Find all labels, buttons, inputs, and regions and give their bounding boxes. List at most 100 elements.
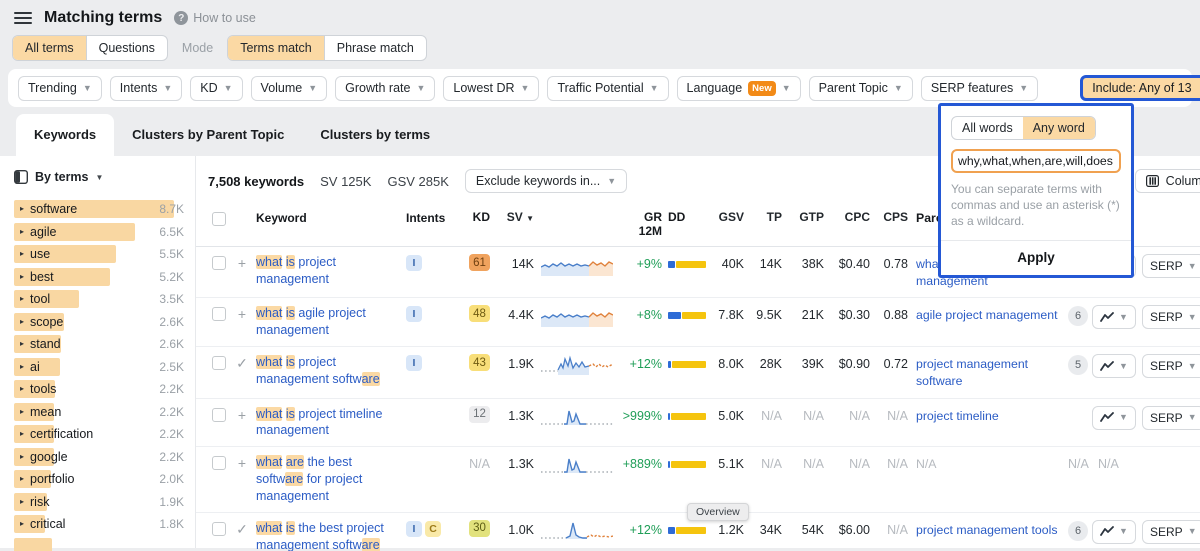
- row-checkbox[interactable]: [212, 307, 226, 321]
- col-gsv[interactable]: GSV: [710, 210, 744, 224]
- serp-button[interactable]: SERP▼: [1142, 406, 1200, 430]
- keyword-link[interactable]: what is agile project management: [256, 305, 402, 339]
- apply-button[interactable]: Apply: [941, 240, 1131, 275]
- col-gr12m[interactable]: GR 12M: [618, 210, 662, 238]
- word-match-segmented-control: All wordsAny word: [951, 116, 1096, 140]
- col-gtp[interactable]: GTP: [786, 210, 824, 224]
- trend-chart-button[interactable]: ▼: [1092, 305, 1136, 329]
- term-list-item[interactable]: ▸certification2.2K: [14, 425, 195, 443]
- keyword-link[interactable]: what is project timeline management: [256, 406, 402, 440]
- sv-cell: 1.3K: [494, 454, 534, 471]
- term-list-item[interactable]: ▸scope2.6K: [14, 313, 195, 331]
- tp-cell: 34K: [748, 520, 782, 537]
- columns-button[interactable]: Columns: [1135, 169, 1200, 193]
- serp-button[interactable]: SERP▼: [1142, 254, 1200, 278]
- mode-tab-phrase-match[interactable]: Phrase match: [325, 36, 426, 60]
- added-check-icon[interactable]: ✓: [232, 354, 252, 370]
- term-list-item[interactable]: ▸google2.2K: [14, 448, 195, 466]
- trend-chart-button[interactable]: ▼: [1092, 520, 1136, 544]
- filter-intents[interactable]: Intents▼: [110, 76, 182, 101]
- serp-button[interactable]: SERP▼: [1142, 520, 1200, 544]
- add-to-list-icon[interactable]: +: [232, 305, 252, 321]
- term-list-item[interactable]: [14, 538, 195, 551]
- term-list-item[interactable]: ▸risk1.9K: [14, 493, 195, 511]
- filter-traffic-potential[interactable]: Traffic Potential▼: [547, 76, 668, 101]
- term-list-item[interactable]: ▸use5.5K: [14, 245, 195, 263]
- add-to-list-icon[interactable]: +: [232, 454, 252, 470]
- how-to-use-link[interactable]: ? How to use: [174, 11, 256, 25]
- include-filter-chip[interactable]: Include: Any of 13 ✕: [1080, 75, 1200, 101]
- keyword-link[interactable]: what is project management software: [256, 354, 402, 388]
- exclude-keywords-button[interactable]: Exclude keywords in... ▼: [465, 169, 627, 193]
- col-cpc[interactable]: CPC: [828, 210, 870, 224]
- term-list-item[interactable]: ▸stand2.6K: [14, 335, 195, 353]
- term-list-item[interactable]: ▸mean2.2K: [14, 403, 195, 421]
- term-list-item[interactable]: ▸tool3.5K: [14, 290, 195, 308]
- term-list-item[interactable]: ▸tools2.2K: [14, 380, 195, 398]
- trend-chart-button[interactable]: ▼: [1092, 406, 1136, 430]
- added-check-icon[interactable]: ✓: [232, 520, 252, 536]
- filter-parent-topic[interactable]: Parent Topic▼: [809, 76, 913, 101]
- highlighted-term: what: [256, 455, 282, 469]
- col-tp[interactable]: TP: [748, 210, 782, 224]
- hamburger-menu-icon[interactable]: [14, 12, 32, 25]
- serp-button[interactable]: SERP▼: [1142, 305, 1200, 329]
- cps-cell: N/A: [874, 454, 908, 471]
- filter-growth-rate[interactable]: Growth rate▼: [335, 76, 435, 101]
- tab-clusters-by-terms[interactable]: Clusters by terms: [302, 114, 448, 156]
- add-to-list-icon[interactable]: +: [232, 254, 252, 270]
- gsv-cell: 5.1K: [710, 454, 744, 471]
- term-list-item[interactable]: ▸agile6.5K: [14, 223, 195, 241]
- tab-keywords[interactable]: Keywords: [16, 114, 114, 156]
- filter-volume[interactable]: Volume▼: [251, 76, 328, 101]
- mode-tab-terms-match[interactable]: Terms match: [228, 36, 325, 60]
- row-checkbox[interactable]: [212, 522, 226, 536]
- cpc-cell: $0.30: [828, 305, 870, 322]
- chevron-down-icon: ▼: [1188, 362, 1197, 371]
- col-dd[interactable]: DD: [666, 210, 706, 224]
- kd-cell: 43: [458, 354, 490, 371]
- row-checkbox[interactable]: [212, 256, 226, 270]
- select-all-checkbox[interactable]: [212, 212, 226, 226]
- row-checkbox[interactable]: [212, 356, 226, 370]
- col-intents[interactable]: Intents: [406, 210, 454, 225]
- filter-kd[interactable]: KD▼: [190, 76, 242, 101]
- col-kd[interactable]: KD: [458, 210, 490, 224]
- word-match-tab-any-word[interactable]: Any word: [1023, 117, 1095, 139]
- term-list-item[interactable]: ▸ai2.5K: [14, 358, 195, 376]
- term-list-item[interactable]: ▸best5.2K: [14, 268, 195, 286]
- row-checkbox[interactable]: [212, 456, 226, 470]
- parent-topic-link[interactable]: project management tools: [912, 520, 1064, 539]
- intent-badge-i: I: [406, 255, 422, 271]
- row-checkbox[interactable]: [212, 408, 226, 422]
- term-list-item[interactable]: ▸critical1.8K: [14, 515, 195, 533]
- chevron-down-icon: ▼: [894, 84, 903, 93]
- keyword-link[interactable]: what is the best project management soft…: [256, 520, 402, 551]
- serp-button[interactable]: SERP▼: [1142, 354, 1200, 378]
- parent-topic-link[interactable]: project timeline: [912, 406, 1064, 425]
- scope-tab-questions[interactable]: Questions: [87, 36, 167, 60]
- term-count: 5.5K: [159, 245, 184, 263]
- trend-chart-button[interactable]: ▼: [1092, 354, 1136, 378]
- add-to-list-icon[interactable]: +: [232, 406, 252, 422]
- filter-lowest-dr[interactable]: Lowest DR▼: [443, 76, 539, 101]
- parent-topic-link[interactable]: agile project management: [912, 305, 1064, 324]
- filter-serp-features[interactable]: SERP features▼: [921, 76, 1038, 101]
- keyword-link[interactable]: what are the best software for project m…: [256, 454, 402, 505]
- kd-cell: 12: [458, 406, 490, 423]
- term-list-item[interactable]: ▸software8.7K: [14, 200, 195, 218]
- sidebar-view-selector[interactable]: By terms ▼: [0, 170, 195, 200]
- scope-tab-all-terms[interactable]: All terms: [13, 36, 87, 60]
- term-list-item[interactable]: ▸portfolio2.0K: [14, 470, 195, 488]
- include-terms-input[interactable]: [951, 149, 1121, 173]
- col-keyword[interactable]: Keyword: [256, 210, 402, 226]
- term-count: 6.5K: [159, 223, 184, 241]
- keyword-link[interactable]: what is project management: [256, 254, 402, 288]
- parent-topic-link[interactable]: project management software: [912, 354, 1064, 390]
- col-sv[interactable]: SV ▼: [494, 210, 534, 224]
- col-cps[interactable]: CPS: [874, 210, 908, 224]
- word-match-tab-all-words[interactable]: All words: [952, 117, 1023, 139]
- filter-trending[interactable]: Trending▼: [18, 76, 102, 101]
- tab-clusters-by-parent-topic[interactable]: Clusters by Parent Topic: [114, 114, 302, 156]
- filter-language[interactable]: LanguageNew▼: [677, 76, 801, 101]
